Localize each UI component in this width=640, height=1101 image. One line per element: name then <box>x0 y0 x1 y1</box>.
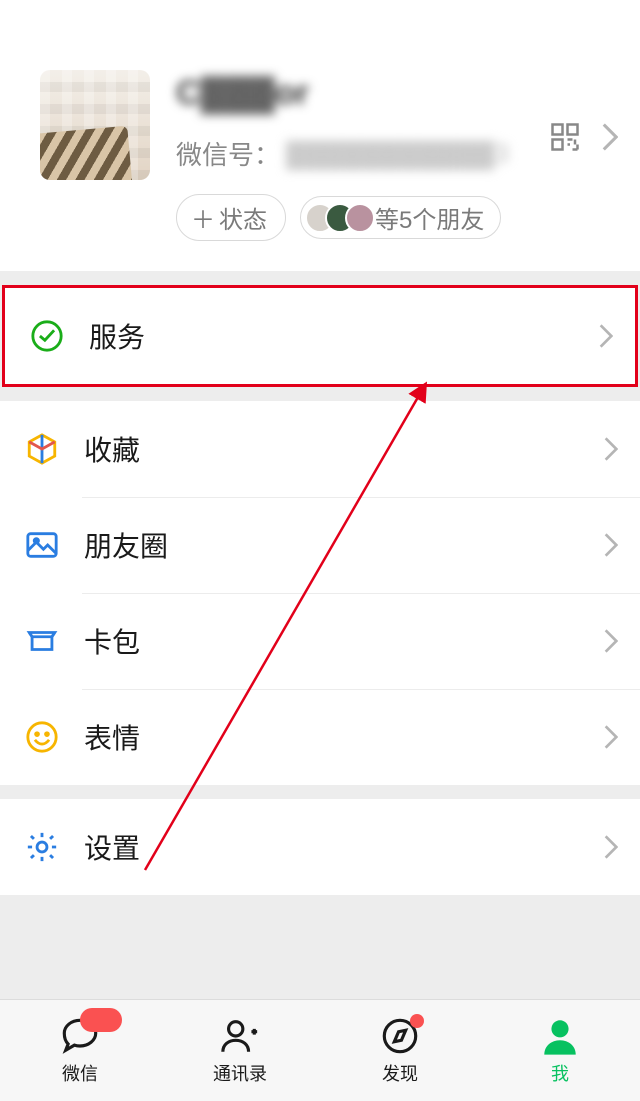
moments-icon <box>22 528 62 562</box>
qr-code-icon[interactable] <box>550 122 580 152</box>
person-icon <box>538 1016 582 1056</box>
menu-row-moments[interactable]: 朋友圈 <box>0 497 640 593</box>
menu-label: 收藏 <box>84 429 604 469</box>
menu-row-cards[interactable]: 卡包 <box>0 593 640 689</box>
tab-label: 通讯录 <box>213 1060 267 1086</box>
menu-section-settings: 设置 <box>0 799 640 895</box>
friends-status-label: 等5个朋友 <box>375 200 484 235</box>
tab-contacts[interactable]: 通讯录 <box>160 1000 320 1101</box>
chevron-right-icon <box>599 324 613 348</box>
tab-me[interactable]: 我 <box>480 1000 640 1101</box>
menu-label: 表情 <box>84 717 604 757</box>
tab-bar: 微信 通讯录 发现 我 <box>0 999 640 1101</box>
unread-badge <box>80 1008 122 1032</box>
favorites-icon <box>22 432 62 466</box>
menu-label: 服务 <box>89 316 599 356</box>
menu-section: 收藏 朋友圈 卡包 <box>0 401 640 785</box>
settings-icon <box>22 830 62 864</box>
menu-label: 朋友圈 <box>84 525 604 565</box>
nickname: C▓▓▓or <box>176 74 550 113</box>
services-icon <box>27 319 67 353</box>
chevron-right-icon <box>602 123 618 151</box>
wechat-id-row: 微信号： ▓▓▓▓▓▓▓▓▓▓▓3 <box>176 135 550 172</box>
chevron-right-icon <box>604 437 618 461</box>
menu-row-services[interactable]: 服务 <box>5 288 635 384</box>
notification-dot <box>410 1014 424 1028</box>
chevron-right-icon <box>604 629 618 653</box>
annotation-highlight-box: 服务 <box>2 285 638 387</box>
wechat-id-label: 微信号： <box>176 135 280 172</box>
stickers-icon <box>22 720 62 754</box>
tab-chat[interactable]: 微信 <box>0 1000 160 1101</box>
wechat-id-value: ▓▓▓▓▓▓▓▓▓▓▓3 <box>286 138 550 169</box>
chevron-right-icon <box>604 533 618 557</box>
friends-avatars-stack <box>305 203 365 233</box>
menu-row-settings[interactable]: 设置 <box>0 799 640 895</box>
menu-row-stickers[interactable]: 表情 <box>0 689 640 785</box>
plus-icon: ＋ <box>191 200 215 235</box>
menu-row-favorites[interactable]: 收藏 <box>0 401 640 497</box>
tab-label: 发现 <box>382 1060 418 1086</box>
contacts-icon <box>218 1016 262 1056</box>
status-button[interactable]: ＋ 状态 <box>176 194 286 241</box>
cards-icon <box>22 624 62 658</box>
tab-discover[interactable]: 发现 <box>320 1000 480 1101</box>
chevron-right-icon <box>604 725 618 749</box>
menu-label: 设置 <box>84 827 604 867</box>
tab-label: 微信 <box>62 1060 98 1086</box>
chevron-right-icon <box>604 835 618 859</box>
friends-status-button[interactable]: 等5个朋友 <box>300 196 501 239</box>
avatar[interactable] <box>40 70 150 180</box>
menu-label: 卡包 <box>84 621 604 661</box>
status-label: 状态 <box>219 200 267 235</box>
profile-header[interactable]: C▓▓▓or 微信号： ▓▓▓▓▓▓▓▓▓▓▓3 ＋ 状态 等5个朋友 <box>0 0 640 271</box>
tab-label: 我 <box>551 1060 569 1086</box>
